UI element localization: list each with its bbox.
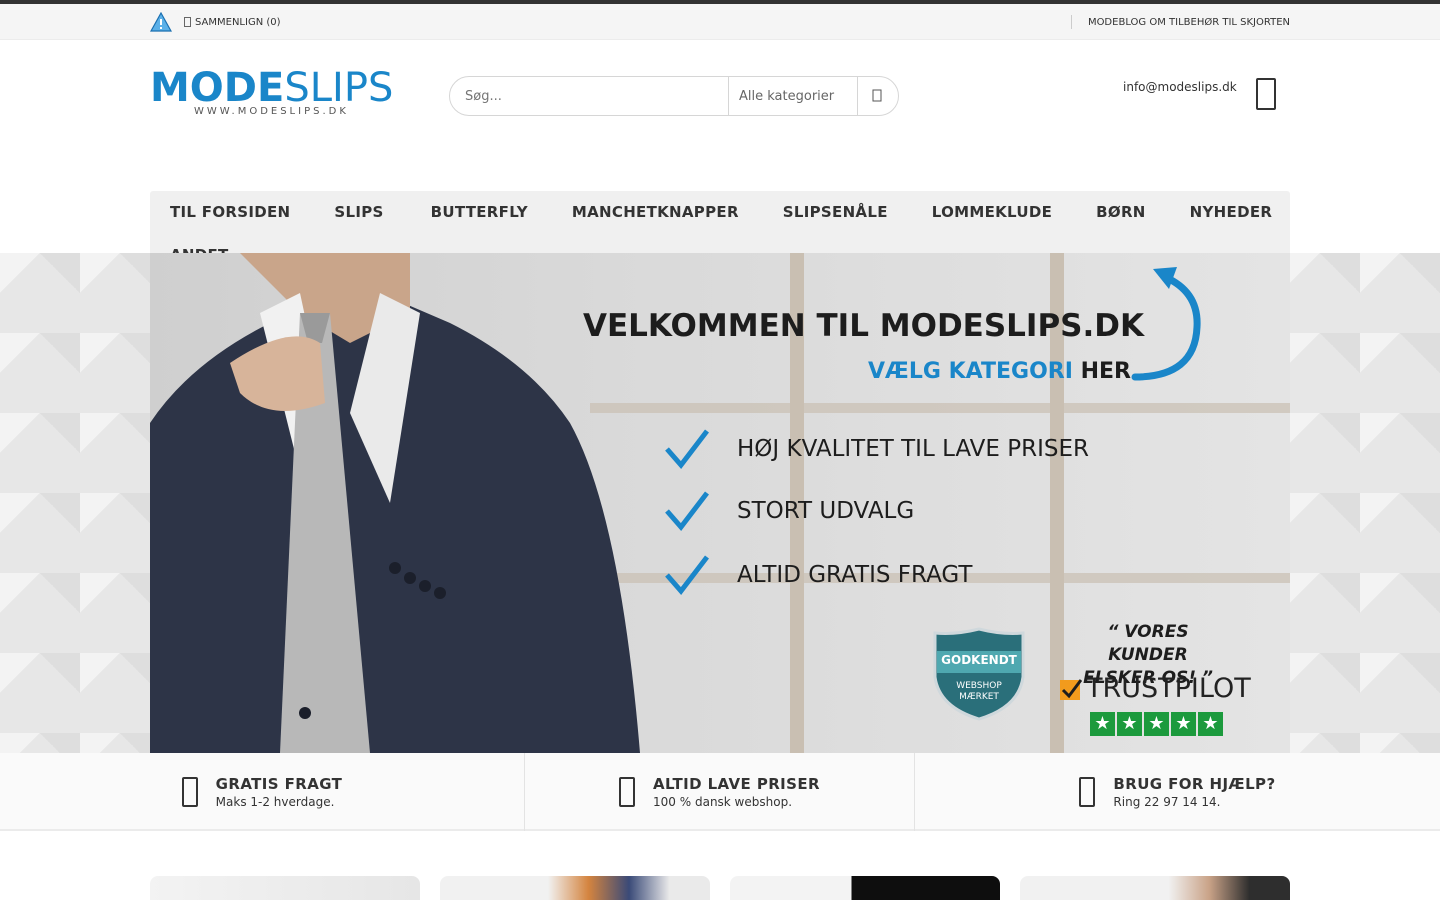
feature-free-shipping: GRATIS FRAGT Maks 1-2 hverdage. <box>0 753 525 831</box>
category-select-value: Alle kategorier <box>739 88 835 104</box>
man-in-suit-illustration <box>150 253 640 753</box>
star-icon: ★ <box>1144 712 1169 736</box>
nav-item-slipsenaale[interactable]: SLIPSENÅLE <box>783 191 888 234</box>
category-card[interactable] <box>730 876 1000 900</box>
category-card[interactable] <box>150 876 420 900</box>
phone-icon <box>1079 777 1096 807</box>
star-icon: ★ <box>1198 712 1223 736</box>
nav-item-forside[interactable]: TIL FORSIDEN <box>170 191 290 234</box>
category-card[interactable] <box>440 876 710 900</box>
trustpilot-check-icon <box>1060 678 1082 700</box>
compare-link[interactable]: SAMMENLIGN (0) <box>184 17 281 28</box>
feature-title: GRATIS FRAGT <box>215 775 343 793</box>
warning-icon <box>150 12 172 32</box>
star-icon: ★ <box>1090 712 1115 736</box>
feature-text: 100 % dansk webshop. <box>653 795 793 809</box>
blog-link[interactable]: MODEBLOG OM TILBEHØR TIL SKJORTEN <box>1088 17 1290 28</box>
curved-arrow-icon <box>1131 267 1201 381</box>
logo-part-slips: SLIPS <box>284 65 394 111</box>
search-bar: Alle kategorier <box>449 76 899 116</box>
divider <box>1070 15 1072 29</box>
tag-icon <box>619 777 636 807</box>
badge-title: GODKENDT <box>941 653 1017 667</box>
checkmark-icon <box>665 555 709 595</box>
cart-icon[interactable] <box>1256 78 1276 110</box>
nav-item-lommeklude[interactable]: LOMMEKLUDE <box>932 191 1052 234</box>
category-card[interactable] <box>1020 876 1290 900</box>
hero-banner[interactable]: VELKOMMEN TIL MODESLIPS.DK VÆLG KATEGORI… <box>150 253 1290 753</box>
nav-item-boern[interactable]: BØRN <box>1096 191 1146 234</box>
category-cards <box>150 876 1290 900</box>
webshop-approved-badge: GODKENDT WEBSHOP MÆRKET <box>933 627 1025 721</box>
header: MODE SLIPS WWW.MODESLIPS.DK Alle kategor… <box>0 40 1440 278</box>
feature-text: Maks 1-2 hverdage. <box>215 795 335 809</box>
hero-subtitle-blue: VÆLG KATEGORI <box>868 359 1073 384</box>
logo-part-mode: MODE <box>150 65 285 111</box>
trustpilot-stars: ★ ★ ★ ★ ★ <box>1090 712 1223 736</box>
site-logo[interactable]: MODE SLIPS WWW.MODESLIPS.DK <box>150 65 394 126</box>
badge-line1: WEBSHOP <box>956 681 1002 691</box>
category-select[interactable]: Alle kategorier <box>728 77 858 115</box>
nav-item-nyheder[interactable]: NYHEDER <box>1190 191 1273 234</box>
feature-help: BRUG FOR HJÆLP? Ring 22 97 14 14. <box>915 753 1440 831</box>
hero-subtitle: VÆLG KATEGORI HER <box>868 359 1131 384</box>
search-input[interactable] <box>450 77 728 115</box>
hero-subtitle-dark: HER <box>1080 359 1131 384</box>
checkmark-icon <box>665 429 709 469</box>
contact-email[interactable]: info@modeslips.dk <box>1123 80 1237 94</box>
trustpilot-word: TRUSTPILOT <box>1086 673 1251 704</box>
feature-low-prices: ALTID LAVE PRISER 100 % dansk webshop. <box>525 753 915 831</box>
benefit-text: HØJ KVALITET TIL LAVE PRISER <box>737 436 1089 462</box>
trustpilot-logo: TRUSTPILOT <box>1060 673 1251 704</box>
compare-label: SAMMENLIGN (0) <box>195 16 281 28</box>
nav-item-slips[interactable]: SLIPS <box>334 191 383 234</box>
feature-title: BRUG FOR HJÆLP? <box>1113 775 1276 793</box>
benefit-row: HØJ KVALITET TIL LAVE PRISER <box>665 429 1089 469</box>
feature-text[interactable]: Ring 22 97 14 14. <box>1113 795 1275 809</box>
hero-banner-section: VELKOMMEN TIL MODESLIPS.DK VÆLG KATEGORI… <box>0 253 1440 753</box>
shelf-board <box>590 403 1290 413</box>
hero-title: VELKOMMEN TIL MODESLIPS.DK <box>583 308 1145 344</box>
quote-line: “ VORES KUNDER <box>1107 622 1189 665</box>
benefit-text: ALTID GRATIS FRAGT <box>737 562 973 588</box>
compare-icon <box>184 17 191 27</box>
shield-icon <box>933 627 1025 721</box>
nav-item-butterfly[interactable]: BUTTERFLY <box>431 191 528 234</box>
truck-icon <box>181 777 198 807</box>
benefit-row: STORT UDVALG <box>665 491 914 531</box>
star-icon: ★ <box>1171 712 1196 736</box>
star-icon: ★ <box>1117 712 1142 736</box>
nav-item-manchetknapper[interactable]: MANCHETKNAPPER <box>572 191 739 234</box>
feature-title: ALTID LAVE PRISER <box>653 775 820 793</box>
badge-line2: MÆRKET <box>959 692 999 702</box>
search-button[interactable] <box>858 77 898 115</box>
checkmark-icon <box>665 491 709 531</box>
search-icon <box>872 89 882 102</box>
features-bar: GRATIS FRAGT Maks 1-2 hverdage. ALTID LA… <box>0 753 1440 831</box>
benefit-row: ALTID GRATIS FRAGT <box>665 555 972 595</box>
top-bar: SAMMENLIGN (0) MODEBLOG OM TILBEHØR TIL … <box>0 4 1440 40</box>
benefit-text: STORT UDVALG <box>737 498 915 524</box>
